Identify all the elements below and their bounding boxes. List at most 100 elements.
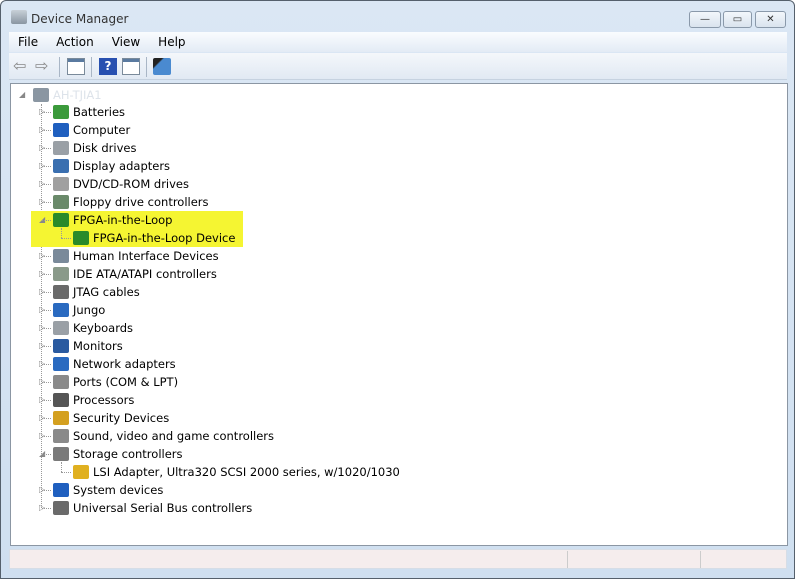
toolbar-separator	[146, 57, 147, 77]
tree-connector-line	[42, 220, 51, 221]
device-manager-app-icon	[11, 10, 27, 24]
tree-child-item-label: LSI Adapter, Ultra320 SCSI 2000 series, …	[93, 465, 400, 479]
menu-file[interactable]: File	[9, 32, 47, 52]
menu-action[interactable]: Action	[47, 32, 103, 52]
tree-item-label: System devices	[73, 483, 164, 497]
tree-item[interactable]: Human Interface Devices	[53, 247, 219, 265]
status-divider	[567, 551, 568, 568]
tree-connector-line	[61, 238, 71, 239]
tree-connector-line	[61, 228, 62, 238]
dvd-drive-icon	[53, 177, 69, 191]
tree-item-label: JTAG cables	[73, 285, 140, 299]
device-manager-window: Device Manager — ▭ ✕ File Action View He…	[0, 0, 795, 579]
computer-icon	[53, 123, 69, 137]
tree-item-label: Display adapters	[73, 159, 171, 173]
tree-connector-line	[42, 364, 51, 365]
tree-item[interactable]: DVD/CD-ROM drives	[53, 175, 189, 193]
tree-connector-line	[42, 346, 51, 347]
tree-item-label: Human Interface Devices	[73, 249, 219, 263]
ide-controller-icon	[53, 267, 69, 281]
tree-item[interactable]: Computer	[53, 121, 130, 139]
tree-item[interactable]: Batteries	[53, 103, 125, 121]
hid-icon	[53, 249, 69, 263]
tree-item[interactable]: Monitors	[53, 337, 123, 355]
maximize-button[interactable]: ▭	[723, 11, 752, 28]
tree-connector-line	[61, 462, 62, 472]
tree-root[interactable]: AH-TJIA1	[33, 86, 102, 104]
tree-item-label: Monitors	[73, 339, 123, 353]
network-device-icon	[53, 303, 69, 317]
tree-item[interactable]: JTAG cables	[53, 283, 140, 301]
tree-item-label: Keyboards	[73, 321, 134, 335]
tree-item[interactable]: Disk drives	[53, 139, 136, 157]
tree-item[interactable]: Universal Serial Bus controllers	[53, 499, 252, 517]
tree-item-label: Jungo	[73, 303, 106, 317]
tree-connector-line	[42, 454, 51, 455]
tree-child-item-label: FPGA-in-the-Loop Device	[93, 231, 236, 245]
close-button[interactable]: ✕	[755, 11, 786, 28]
tree-connector-line	[42, 418, 51, 419]
help-icon[interactable]: ?	[99, 58, 117, 75]
collapse-arrow-icon[interactable]: ◢	[19, 91, 27, 99]
network-device-icon	[73, 231, 89, 245]
jtag-cable-icon	[53, 285, 69, 299]
tree-item-label: Storage controllers	[73, 447, 183, 461]
usb-icon	[53, 501, 69, 515]
show-hide-action-pane-icon[interactable]	[122, 58, 140, 75]
tree-item[interactable]: Display adapters	[53, 157, 170, 175]
forward-arrow-icon[interactable]: ⇨	[35, 58, 53, 75]
scan-hardware-changes-icon[interactable]	[153, 58, 171, 75]
status-divider	[700, 551, 701, 568]
network-device-icon	[53, 213, 69, 227]
tree-item-label: Network adapters	[73, 357, 176, 371]
tree-root-label: AH-TJIA1	[53, 88, 102, 102]
toolbar-separator	[59, 57, 60, 77]
tree-item-label: Ports (COM & LPT)	[73, 375, 179, 389]
tree-connector-line	[42, 508, 51, 509]
back-arrow-icon[interactable]: ⇦	[13, 58, 31, 75]
tree-item-label: IDE ATA/ATAPI controllers	[73, 267, 217, 281]
tree-item[interactable]: IDE ATA/ATAPI controllers	[53, 265, 217, 283]
tree-item[interactable]: Floppy drive controllers	[53, 193, 209, 211]
tree-item[interactable]: Jungo	[53, 301, 105, 319]
menu-help[interactable]: Help	[149, 32, 194, 52]
menu-view[interactable]: View	[103, 32, 149, 52]
storage-controller-icon	[53, 447, 69, 461]
keyboard-icon	[53, 321, 69, 335]
key-icon	[53, 411, 69, 425]
floppy-controller-icon	[53, 195, 69, 209]
show-hide-console-tree-icon[interactable]	[67, 58, 85, 75]
tree-item[interactable]: Security Devices	[53, 409, 169, 427]
tree-connector-line	[42, 112, 51, 113]
tree-item-label: Universal Serial Bus controllers	[73, 501, 253, 515]
tree-connector-line	[42, 274, 51, 275]
processor-icon	[53, 393, 69, 407]
tree-child-item[interactable]: FPGA-in-the-Loop Device	[73, 229, 235, 247]
tree-item-label: Sound, video and game controllers	[73, 429, 275, 443]
tree-item-label: Disk drives	[73, 141, 137, 155]
tree-item-label: Batteries	[73, 105, 126, 119]
disk-drive-icon	[53, 141, 69, 155]
tree-connector-line	[42, 292, 51, 293]
tree-item[interactable]: Ports (COM & LPT)	[53, 373, 178, 391]
tree-child-item[interactable]: LSI Adapter, Ultra320 SCSI 2000 series, …	[73, 463, 400, 481]
tree-item[interactable]: Sound, video and game controllers	[53, 427, 274, 445]
tree-connector-line	[42, 328, 51, 329]
tree-item-label: Computer	[73, 123, 131, 137]
battery-icon	[53, 105, 69, 119]
device-tree: AH-TJIA1 ◢ Batteries ▷ Computer ▷ Disk drives ▷…	[10, 83, 788, 546]
minimize-button[interactable]: —	[689, 11, 721, 28]
computer-root-icon	[33, 88, 49, 102]
tree-item[interactable]: Network adapters	[53, 355, 176, 373]
tree-item[interactable]: Keyboards	[53, 319, 133, 337]
tree-connector-line	[42, 256, 51, 257]
network-adapter-icon	[53, 357, 69, 371]
tree-item[interactable]: Processors	[53, 391, 134, 409]
tree-item[interactable]: System devices	[53, 481, 163, 499]
display-adapter-icon	[53, 159, 69, 173]
tree-item[interactable]: Storage controllers	[53, 445, 183, 463]
tree-connector-line	[61, 472, 71, 473]
toolbar: ⇦ ⇨ ?	[9, 53, 787, 80]
tree-connector-line	[42, 184, 51, 185]
tree-connector-line	[42, 490, 51, 491]
